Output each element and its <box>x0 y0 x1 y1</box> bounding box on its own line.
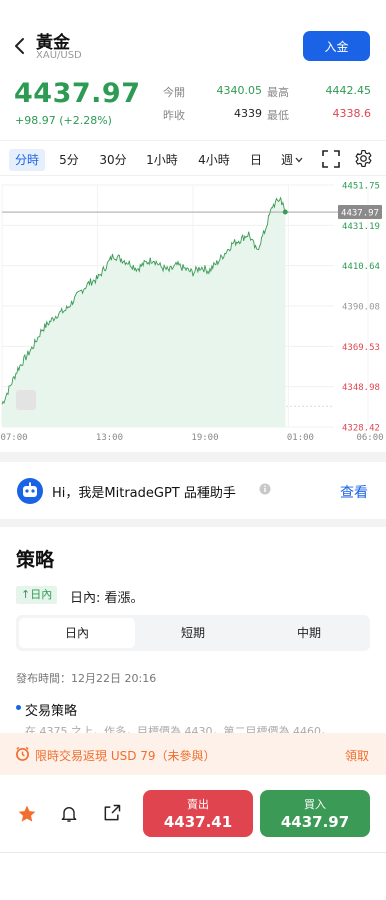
promo-claim-link[interactable]: 領取 <box>345 747 369 764</box>
alarm-clock-icon <box>16 746 29 761</box>
bullet-dot <box>16 705 21 710</box>
price-change: +98.97 (+2.28%) <box>15 114 112 127</box>
y-tick-label: 4328.42 <box>342 424 380 434</box>
current-price: 4437.97 <box>14 78 141 109</box>
settings-gear-icon[interactable] <box>354 149 373 168</box>
intraday-outlook: 日內: 看漲。 <box>70 591 144 606</box>
buy-label: 買入 <box>304 798 326 811</box>
bell-icon[interactable] <box>59 803 79 824</box>
sell-label: 賣出 <box>187 798 209 811</box>
current-price-tag-label: 4437.97 <box>341 209 379 219</box>
strategy-section-title: 交易策略 <box>25 704 78 719</box>
strategy-title: 策略 <box>16 549 55 571</box>
period-tab-5m[interactable]: 5分 <box>55 149 83 171</box>
info-icon[interactable] <box>259 483 271 495</box>
x-tick-label: 06:00 <box>356 433 383 443</box>
chart-watermark-icon <box>16 390 36 410</box>
stat-label-prev-close: 昨收 <box>163 109 185 122</box>
y-tick-label: 4348.98 <box>342 383 380 393</box>
gpt-robot-icon <box>17 478 43 504</box>
x-tick-label: 19:00 <box>191 433 218 443</box>
current-price-dot <box>282 209 288 215</box>
period-tab-day[interactable]: 日 <box>247 149 265 171</box>
chevron-down-icon <box>295 157 303 163</box>
trend-badge: ↑日內 <box>16 586 58 604</box>
strategy-term-tabs: 日內 短期 中期 <box>16 615 370 651</box>
price-area-fill <box>2 197 286 427</box>
share-icon[interactable] <box>102 803 122 823</box>
gpt-greeting: Hi，我是MitradeGPT 品種助手 <box>52 486 236 501</box>
tab-intraday[interactable]: 日內 <box>19 618 135 648</box>
stat-value-low: 4338.6 <box>332 107 372 120</box>
x-tick-label: 01:00 <box>287 433 314 443</box>
period-tab-1h[interactable]: 1小時 <box>143 149 181 171</box>
bottom-divider <box>0 852 386 853</box>
tab-short-term[interactable]: 短期 <box>135 618 251 648</box>
stat-value-open: 4340.05 <box>216 84 263 97</box>
stat-value-prev-close: 4339 <box>234 107 262 120</box>
gpt-view-link[interactable]: 查看 <box>340 482 368 502</box>
section-divider <box>0 519 386 527</box>
back-arrow-icon[interactable] <box>12 36 28 56</box>
x-tick-label: 07:00 <box>0 433 27 443</box>
period-tab-4h[interactable]: 4小時 <box>195 149 233 171</box>
period-tab-week[interactable]: 週 <box>281 149 309 171</box>
fullscreen-icon[interactable] <box>322 150 340 168</box>
section-divider <box>0 452 386 462</box>
publish-time: 發布時間：12月22日 20:16 <box>16 672 157 685</box>
promo-text: 限時交易返現 USD 79（未參與） <box>35 749 216 763</box>
y-tick-label: 4390.08 <box>342 303 380 313</box>
y-tick-label: 4451.75 <box>342 182 380 192</box>
stat-label-high: 最高 <box>267 86 289 99</box>
sell-price: 4437.41 <box>163 813 233 831</box>
y-tick-label: 4410.64 <box>342 262 380 272</box>
x-tick-label: 13:00 <box>96 433 123 443</box>
period-selector: 分時 5分 30分 1小時 4小時 日 週 <box>0 140 386 176</box>
y-tick-label: 4369.53 <box>342 343 380 353</box>
buy-price: 4437.97 <box>280 813 350 831</box>
period-tab-week-label: 週 <box>281 153 294 167</box>
stat-label-low: 最低 <box>267 109 289 122</box>
deposit-button[interactable]: 入金 <box>303 31 370 61</box>
period-tab-30m[interactable]: 30分 <box>96 149 130 171</box>
instrument-symbol: XAU/USD <box>36 50 82 61</box>
y-tick-label: 4431.19 <box>342 222 380 232</box>
period-tab-intraday[interactable]: 分時 <box>9 149 45 171</box>
stat-label-open: 今開 <box>163 86 185 99</box>
buy-button[interactable]: 買入 4437.97 <box>260 790 370 837</box>
tab-medium-term[interactable]: 中期 <box>251 618 367 648</box>
price-chart[interactable]: 4451.75 4431.19 4410.64 4390.08 4369.53 4348.… <box>0 177 386 447</box>
stat-value-high: 4442.45 <box>325 84 372 97</box>
favorite-star-icon[interactable] <box>17 804 37 824</box>
sell-button[interactable]: 賣出 4437.41 <box>143 790 253 837</box>
